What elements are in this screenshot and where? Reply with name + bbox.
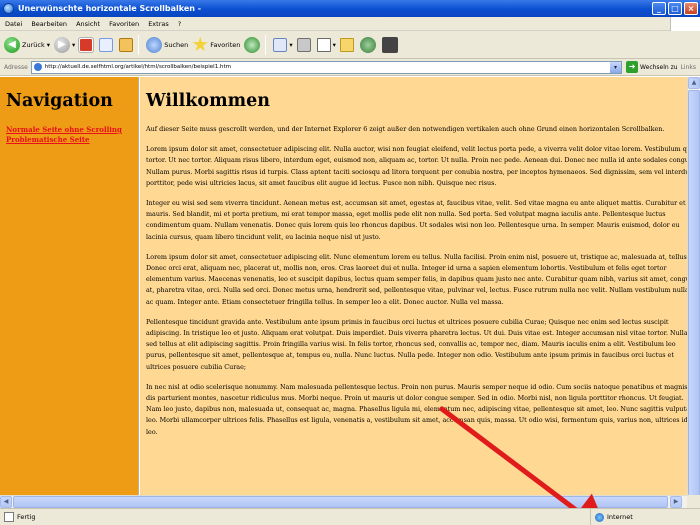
menu-help[interactable]: ?	[178, 20, 181, 28]
go-button[interactable]: ➜ Wechseln zu	[626, 61, 678, 73]
window-title: Unerwünschte horizontale Scrollbalken -	[18, 4, 202, 13]
refresh-button[interactable]	[99, 34, 115, 56]
go-label: Wechseln zu	[640, 63, 678, 71]
forward-button[interactable]: ▶ ▾	[53, 34, 75, 56]
menu-bar: Datei Bearbeiten Ansicht Favoriten Extra…	[0, 16, 700, 31]
links-button[interactable]: Links	[681, 64, 696, 71]
content-paragraph: Pellentesque tincidunt gravida ante. Ves…	[146, 317, 687, 371]
windows-logo-icon	[670, 16, 700, 31]
folder-icon	[339, 37, 354, 52]
stop-button[interactable]	[78, 34, 95, 56]
page-status-icon	[4, 512, 14, 522]
address-label: Adresse	[4, 63, 28, 71]
folder-button[interactable]	[339, 34, 356, 56]
minimize-button[interactable]: _	[652, 2, 666, 15]
forward-arrow-icon: ▶	[53, 36, 70, 53]
vertical-scroll-thumb[interactable]	[688, 90, 700, 525]
history-button[interactable]	[244, 34, 262, 56]
scrollbar-corner	[687, 495, 700, 508]
page-title: Willkommen	[146, 91, 270, 111]
history-icon	[244, 36, 261, 53]
back-label: Zurück	[22, 40, 45, 49]
menu-bearbeiten[interactable]: Bearbeiten	[31, 20, 67, 28]
back-button[interactable]: ◀ Zurück ▾	[4, 34, 50, 56]
search-label: Suchen	[164, 40, 189, 49]
close-button[interactable]: ×	[684, 2, 698, 15]
favorites-label: Favoriten	[210, 40, 241, 49]
go-arrow-icon: ➜	[626, 61, 639, 73]
toolbar: ◀ Zurück ▾ ▶ ▾ Suchen Favoriten ▾ ▾	[0, 31, 700, 59]
menu-ansicht[interactable]: Ansicht	[76, 20, 100, 28]
stop-icon	[78, 36, 95, 53]
nav-link-normal-page[interactable]: Normale Seite ohne Scrolling	[6, 125, 138, 135]
maximize-button[interactable]: □	[668, 2, 682, 15]
address-dropdown-icon[interactable]: ▾	[610, 61, 622, 73]
navigation-heading: Navigation	[6, 91, 113, 111]
print-button[interactable]	[296, 34, 313, 56]
word-icon	[316, 37, 331, 52]
search-button[interactable]: Suchen	[146, 34, 188, 56]
scroll-left-button[interactable]: ◀	[0, 496, 12, 508]
globe-icon	[595, 512, 604, 522]
content-paragraph: Integer eu wisi sed sem viverra tincidun…	[146, 199, 686, 241]
content-column: Willkommen Auf dieser Seite muss gescrol…	[140, 77, 687, 525]
security-zone: Internet	[590, 508, 700, 525]
refresh-icon	[99, 37, 114, 52]
menu-datei[interactable]: Datei	[5, 20, 22, 28]
intro-paragraph: Auf dieser Seite muss gescrollt werden, …	[146, 125, 665, 133]
edit-button[interactable]: ▾	[316, 34, 336, 56]
extension-button[interactable]	[381, 34, 400, 56]
search-icon	[146, 36, 163, 53]
menu-favoriten[interactable]: Favoriten	[109, 20, 139, 28]
ie-icon	[3, 3, 14, 14]
content-paragraph: Lorem ipsum dolor sit amet, consectetuer…	[146, 145, 687, 187]
home-icon	[119, 37, 134, 52]
nav-link-problem-page[interactable]: Problematische Seite	[6, 135, 138, 145]
content-paragraph: In nec nisl at odio scelerisque nonummy.…	[146, 382, 687, 436]
favorites-button[interactable]: Favoriten	[192, 34, 240, 56]
window-titlebar[interactable]: Unerwünschte horizontale Scrollbalken - …	[0, 0, 700, 17]
address-url: http://aktuell.de.selfhtml.org/artikel/h…	[44, 64, 231, 70]
mail-icon	[273, 37, 288, 52]
menu-extras[interactable]: Extras	[148, 20, 169, 28]
zone-label: Internet	[607, 513, 633, 521]
status-text: Fertig	[17, 513, 36, 521]
printer-icon	[296, 37, 311, 52]
page-viewport[interactable]: Navigation Normale Seite ohne Scrolling …	[0, 77, 687, 525]
page-icon	[33, 63, 42, 71]
star-icon	[192, 36, 208, 52]
scroll-up-button[interactable]: ▲	[688, 77, 700, 89]
status-bar: Fertig Internet	[0, 508, 700, 525]
back-arrow-icon: ◀	[4, 36, 20, 53]
vertical-scrollbar[interactable]: ▲	[687, 77, 700, 525]
content-paragraph: Lorem ipsum dolor sit amet, consectetuer…	[146, 252, 687, 306]
mail-button[interactable]: ▾	[273, 34, 293, 56]
messenger-button[interactable]	[359, 34, 378, 56]
home-button[interactable]	[119, 34, 135, 56]
address-input[interactable]: http://aktuell.de.selfhtml.org/artikel/h…	[30, 60, 623, 74]
address-bar: Adresse http://aktuell.de.selfhtml.org/a…	[0, 59, 700, 76]
scroll-right-button[interactable]: ▶	[670, 496, 682, 508]
navigation-column: Navigation Normale Seite ohne Scrolling …	[0, 77, 139, 525]
extension-icon	[381, 36, 398, 53]
messenger-icon	[359, 36, 376, 53]
